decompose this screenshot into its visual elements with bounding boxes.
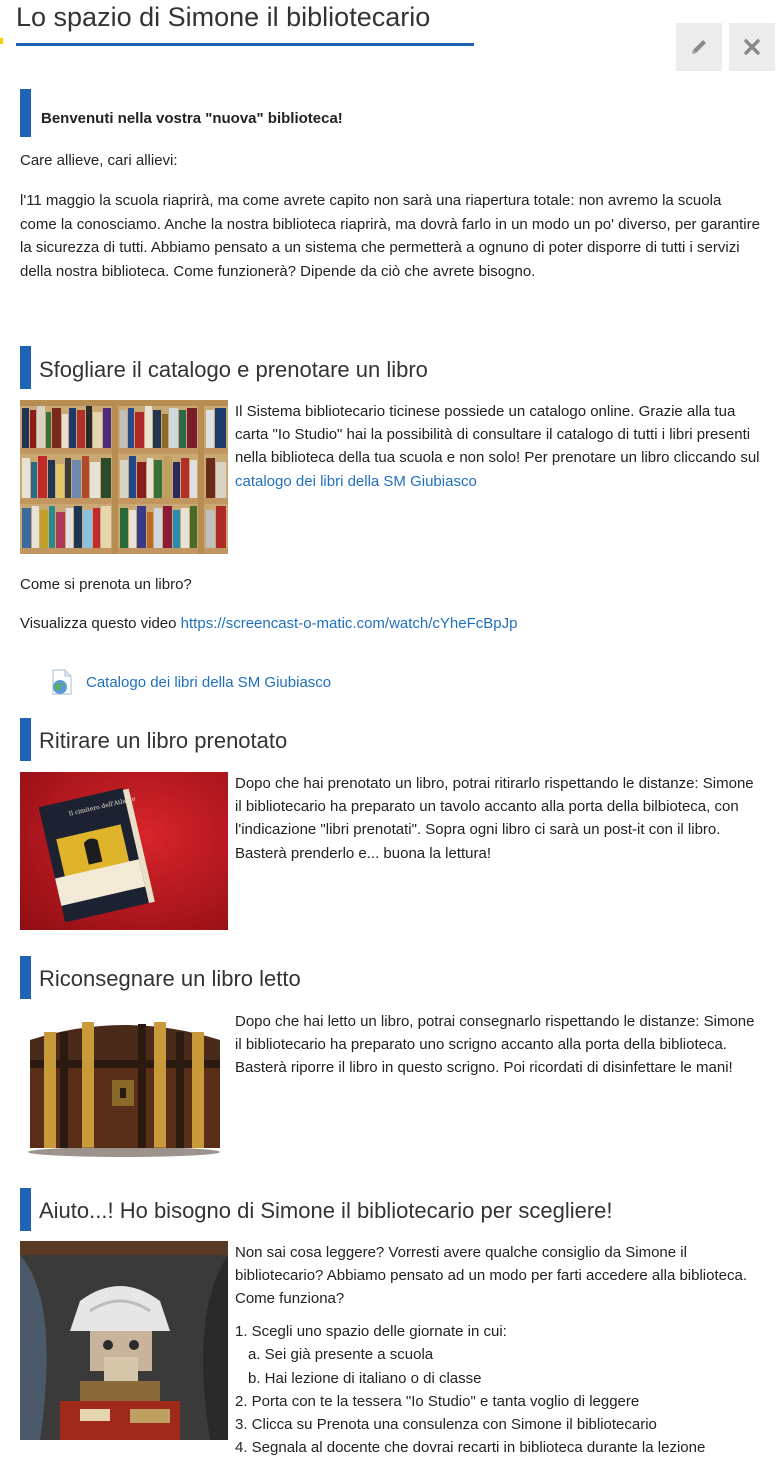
librarian-portrait-image bbox=[20, 1241, 228, 1440]
catalog-resource-link[interactable]: Catalogo dei libri della SM Giubiasco bbox=[50, 667, 390, 697]
help-steps-list: 1. Scegli uno spazio delle giornate in c… bbox=[235, 1320, 775, 1460]
pickup-text: Dopo che hai prenotato un libro, potrai … bbox=[235, 775, 754, 862]
help-heading: Aiuto...! Ho bisogno di Simone il biblio… bbox=[39, 1198, 613, 1223]
web-page-icon bbox=[52, 668, 72, 695]
return-text: Dopo che hai letto un libro, potrai cons… bbox=[235, 1013, 755, 1077]
return-heading: Riconsegnare un libro letto bbox=[39, 966, 301, 991]
list-item: a. Sei già presente a scuola bbox=[248, 1346, 434, 1364]
catalog-description: Il Sistema bibliotecario ticinese possie… bbox=[235, 403, 760, 467]
greeting-text: Care allieve, cari allievi: bbox=[20, 152, 178, 169]
treasure-chest-image bbox=[20, 1010, 228, 1158]
pickup-heading: Ritirare un libro prenotato bbox=[39, 728, 288, 753]
help-intro: Non sai cosa leggere? Vorresti avere qua… bbox=[235, 1244, 747, 1308]
page-title: Lo spazio di Simone il bibliotecario bbox=[16, 2, 431, 32]
video-line: Visualizza questo video https://screenca… bbox=[20, 612, 760, 636]
list-item: 2. Porta con te la tessera "Io Studio" e… bbox=[235, 1392, 640, 1410]
section-accent-bar bbox=[20, 956, 31, 999]
video-link[interactable]: https://screencast-o-matic.com/watch/cYh… bbox=[181, 615, 518, 632]
close-icon bbox=[744, 39, 760, 55]
list-item: 3. Clicca su Prenota una consulenza con … bbox=[235, 1416, 657, 1434]
list-item: b. Hai lezione di italiano o di classe bbox=[248, 1369, 482, 1387]
section-accent-bar bbox=[20, 89, 31, 137]
book-on-table-image: Il cimitero dell'Atlante bbox=[20, 772, 228, 930]
video-prefix: Visualizza questo video bbox=[20, 615, 181, 632]
close-button[interactable] bbox=[729, 23, 775, 71]
welcome-body: l'11 maggio la scuola riaprirà, ma come … bbox=[20, 192, 760, 280]
list-item: 1. Scegli uno spazio delle giornate in c… bbox=[235, 1323, 507, 1340]
edit-button[interactable] bbox=[676, 23, 722, 71]
welcome-heading: Benvenuti nella vostra "nuova" bibliotec… bbox=[41, 110, 343, 127]
section-accent-bar bbox=[20, 346, 31, 389]
catalog-resource-label[interactable]: Catalogo dei libri della SM Giubiasco bbox=[86, 674, 331, 691]
highlight-marker bbox=[0, 38, 3, 44]
catalog-heading: Sfogliare il catalogo e prenotare un lib… bbox=[39, 357, 428, 382]
title-underline bbox=[16, 43, 474, 46]
pencil-icon bbox=[692, 40, 706, 54]
section-accent-bar bbox=[20, 1188, 31, 1231]
catalog-text: Il Sistema bibliotecario ticinese possie… bbox=[235, 400, 760, 493]
catalog-link[interactable]: catalogo dei libri della SM Giubiasco bbox=[235, 473, 477, 490]
booking-question: Come si prenota un libro? bbox=[20, 576, 192, 593]
section-accent-bar bbox=[20, 718, 31, 761]
bookshelf-image bbox=[20, 400, 228, 554]
